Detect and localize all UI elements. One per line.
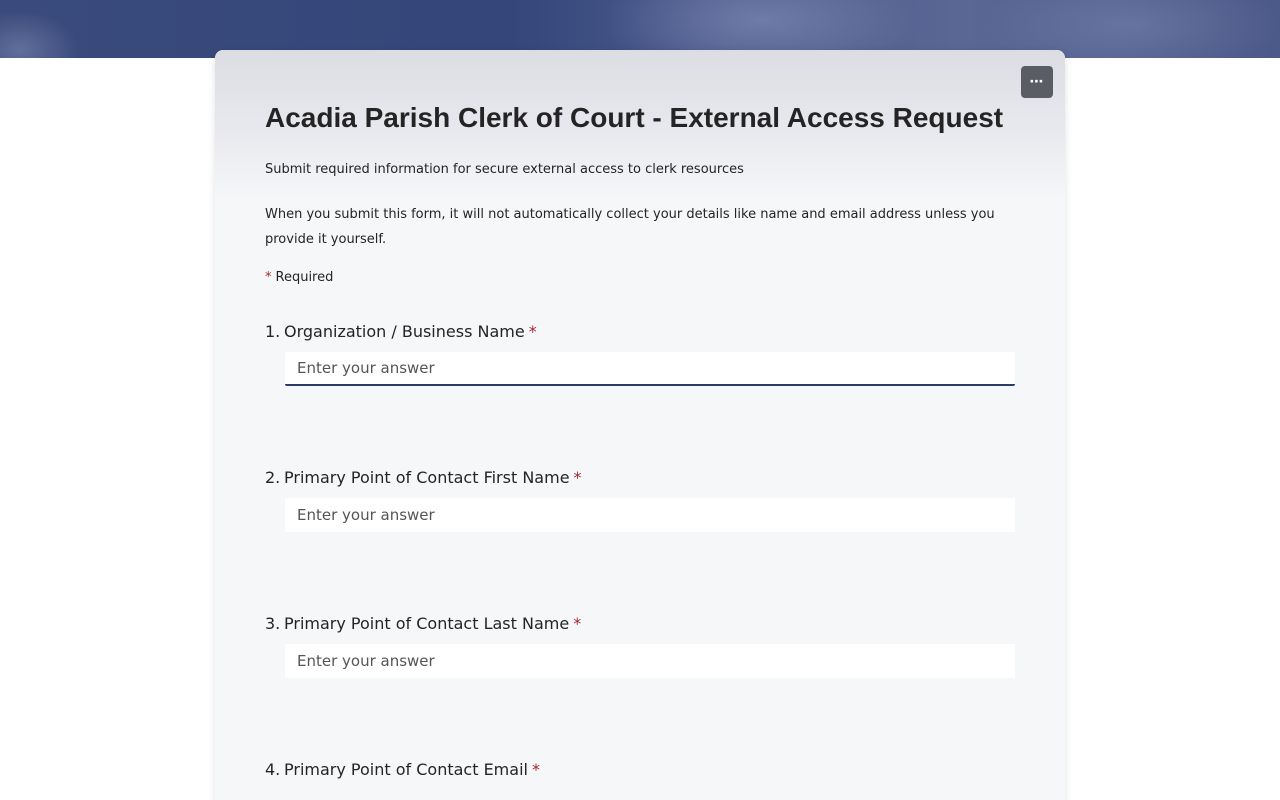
required-label: Required: [275, 270, 334, 285]
required-legend: * Required: [265, 270, 333, 285]
more-options-button[interactable]: ⋯: [1021, 66, 1053, 98]
form-subtitle: Submit required information for secure e…: [265, 162, 744, 177]
required-star: *: [573, 614, 582, 633]
question-first-name: 2. Primary Point of Contact First Name *: [265, 468, 1025, 532]
question-number: 2.: [265, 468, 281, 487]
question-label: 4. Primary Point of Contact Email *: [265, 760, 1025, 779]
form-card: ⋯ Acadia Parish Clerk of Court - Externa…: [215, 50, 1065, 800]
question-number: 1.: [265, 322, 281, 341]
question-text: Primary Point of Contact Email: [284, 760, 528, 779]
required-star: *: [531, 760, 540, 779]
more-icon: ⋯: [1029, 74, 1045, 90]
required-star: *: [528, 322, 537, 341]
required-star: *: [265, 270, 272, 285]
first-name-input[interactable]: [285, 498, 1015, 532]
question-last-name: 3. Primary Point of Contact Last Name *: [265, 614, 1025, 678]
question-label: 2. Primary Point of Contact First Name *: [265, 468, 1025, 487]
question-number: 4.: [265, 760, 281, 779]
privacy-notice: When you submit this form, it will not a…: [265, 207, 995, 247]
organization-name-input[interactable]: [285, 352, 1015, 386]
question-label: 1. Organization / Business Name *: [265, 322, 1025, 341]
last-name-input[interactable]: [285, 644, 1015, 678]
question-label: 3. Primary Point of Contact Last Name *: [265, 614, 1025, 633]
question-text: Organization / Business Name: [284, 322, 525, 341]
question-text: Primary Point of Contact First Name: [284, 468, 570, 487]
form-title: Acadia Parish Clerk of Court - External …: [265, 102, 1004, 133]
question-text: Primary Point of Contact Last Name: [284, 614, 570, 633]
question-number: 3.: [265, 614, 281, 633]
required-star: *: [573, 468, 582, 487]
banner-cloud: [0, 10, 80, 58]
question-organization: 1. Organization / Business Name *: [265, 322, 1025, 386]
question-email: 4. Primary Point of Contact Email *: [265, 760, 1025, 779]
